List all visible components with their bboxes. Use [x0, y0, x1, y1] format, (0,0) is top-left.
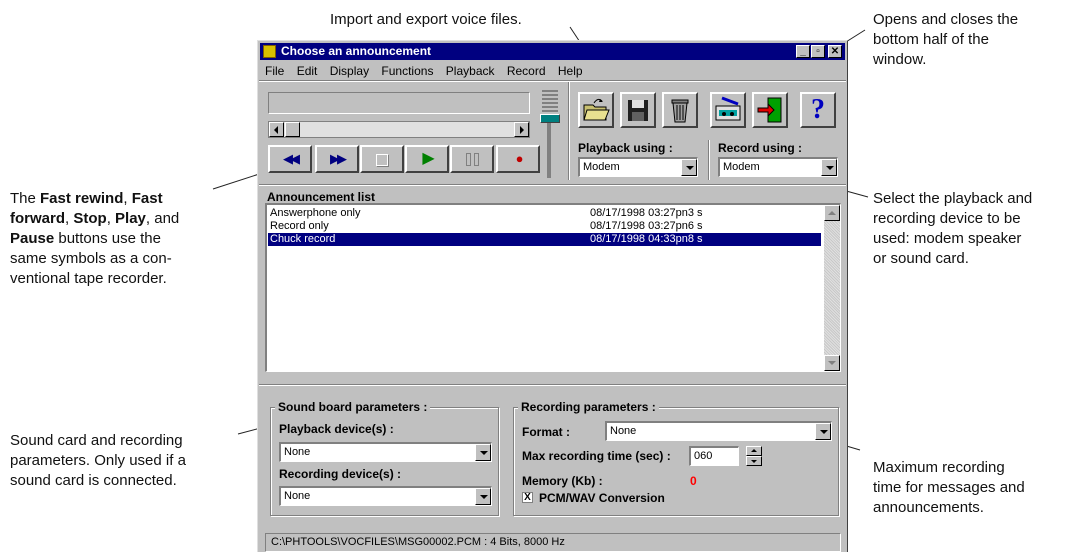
import-export-button[interactable] [710, 92, 746, 128]
list-item[interactable]: Chuck record 08/17/1998 04:33pn8 s [268, 233, 821, 246]
help-button[interactable]: ? [800, 92, 836, 128]
menu-separator [259, 80, 846, 82]
volume-thumb[interactable] [540, 114, 560, 123]
announcement-list[interactable]: Answerphone only 08/17/1998 03:27pn3 s Rec… [265, 203, 841, 372]
announcement-name: Answerphone only [270, 207, 361, 219]
callout-max-recording: Maximum recording time for messages and … [873, 459, 1025, 516]
playback-devices-label: Playback device(s) : [279, 422, 394, 436]
fast-forward-icon: ▶▶ [330, 151, 347, 166]
scroll-right-button[interactable] [514, 122, 529, 137]
chevron-down-icon[interactable] [475, 488, 491, 505]
announcement-list-label: Announcement list [267, 190, 376, 204]
position-display [268, 92, 530, 114]
recording-devices-select[interactable]: None [279, 486, 492, 506]
exit-button[interactable] [752, 92, 788, 128]
record-button[interactable]: ● [496, 145, 540, 173]
menu-file[interactable]: File [265, 64, 284, 78]
memory-label: Memory (Kb) : [522, 474, 603, 488]
vertical-separator [568, 82, 570, 180]
playback-using-label: Playback using : [578, 141, 673, 155]
menu-help[interactable]: Help [558, 64, 583, 78]
pause-icon [452, 147, 492, 171]
volume-slider[interactable] [540, 90, 562, 178]
record-using-label: Record using : [718, 141, 803, 155]
restore-button[interactable]: ▫ [811, 45, 825, 58]
menu-functions[interactable]: Functions [381, 64, 433, 78]
max-recording-time-label: Max recording time (sec) : [522, 449, 671, 463]
callout-toggle-bottom: Opens and closes the bottom half of the … [873, 11, 1019, 68]
max-recording-time-input[interactable]: 060 [689, 446, 739, 466]
chevron-down-icon[interactable] [821, 159, 837, 176]
position-scrollbar[interactable] [268, 121, 530, 138]
top-half-separator [259, 184, 846, 186]
callout-select-device: Select the playback and recording device… [873, 190, 1033, 267]
fast-rewind-button[interactable]: ◀◀ [268, 145, 312, 173]
announcement-name: Record only [270, 220, 329, 232]
play-button[interactable]: ▶ [405, 145, 449, 173]
play-icon: ▶ [422, 150, 434, 167]
pause-button[interactable] [450, 145, 494, 173]
pcm-wav-label: PCM/WAV Conversion [539, 491, 665, 505]
spin-down-button[interactable] [746, 456, 762, 466]
status-bar: C:\PHTOOLS\VOCFILES\MSG00002.PCM : 4 Bit… [265, 533, 841, 552]
open-folder-icon [583, 98, 610, 121]
recording-devices-label: Recording device(s) : [279, 467, 402, 481]
menu-display[interactable]: Display [330, 64, 369, 78]
fast-forward-button[interactable]: ▶▶ [315, 145, 359, 173]
minimize-button[interactable]: _ [796, 45, 810, 58]
open-folder-button[interactable] [578, 92, 614, 128]
fast-rewind-icon: ◀◀ [283, 151, 300, 166]
max-recording-time-spinner[interactable] [746, 446, 762, 466]
trash-can-button[interactable] [662, 92, 698, 128]
bottom-half-separator [259, 384, 846, 386]
list-item[interactable]: Answerphone only 08/17/1998 03:27pn3 s [268, 207, 821, 220]
announcement-date: 08/17/1998 03:27pn6 s [590, 220, 703, 232]
save-disk-icon [628, 100, 648, 121]
callout-import-export: Import and export voice files. [330, 11, 522, 28]
callout-tape-buttons: The Fast rewind, Fast forward, Stop, Pla… [10, 190, 180, 287]
chevron-down-icon[interactable] [681, 159, 697, 176]
announcement-name: Chuck record [270, 233, 336, 245]
stop-button[interactable] [360, 145, 404, 173]
import-export-icon [715, 96, 741, 121]
record-using-select[interactable]: Modem [718, 157, 838, 177]
scroll-thumb[interactable] [285, 122, 300, 137]
trash-can-icon [671, 99, 689, 123]
scroll-up-button[interactable] [824, 205, 840, 221]
exit-door-icon [757, 97, 782, 123]
playback-devices-select[interactable]: None [279, 442, 492, 462]
menu-record[interactable]: Record [507, 64, 546, 78]
window-title: Choose an announcement [281, 44, 432, 58]
save-disk-button[interactable] [620, 92, 656, 128]
close-button[interactable]: ✕ [828, 45, 842, 58]
sound-board-title: Sound board parameters : [275, 400, 431, 414]
announcement-date: 08/17/1998 03:27pn3 s [590, 207, 703, 219]
format-select[interactable]: None [605, 421, 832, 441]
device-separator [708, 140, 710, 180]
pcm-wav-checkbox[interactable]: X [522, 492, 533, 503]
spin-up-button[interactable] [746, 446, 762, 456]
list-scrollbar[interactable] [824, 205, 840, 371]
menu-playback[interactable]: Playback [446, 64, 495, 78]
recording-title: Recording parameters : [518, 400, 659, 414]
chevron-down-icon[interactable] [815, 423, 831, 440]
announcement-date: 08/17/1998 04:33pn8 s [590, 233, 703, 245]
format-label: Format : [522, 425, 570, 439]
record-icon: ● [515, 151, 524, 166]
scroll-down-button[interactable] [824, 355, 840, 371]
callout-sound-card: Sound card and recording parameters. Onl… [10, 432, 186, 489]
memory-value: 0 [690, 474, 697, 488]
list-item[interactable]: Record only 08/17/1998 03:27pn6 s [268, 220, 821, 233]
chevron-down-icon[interactable] [475, 444, 491, 461]
title-bar: Choose an announcement _ ▫ ✕ [260, 43, 845, 60]
playback-using-select[interactable]: Modem [578, 157, 698, 177]
menu-bar: File Edit Display Functions Playback Rec… [260, 63, 587, 79]
help-question-icon: ? [811, 94, 825, 125]
app-icon [263, 45, 276, 58]
stop-icon [362, 147, 402, 171]
scroll-left-button[interactable] [269, 122, 284, 137]
menu-edit[interactable]: Edit [297, 64, 318, 78]
